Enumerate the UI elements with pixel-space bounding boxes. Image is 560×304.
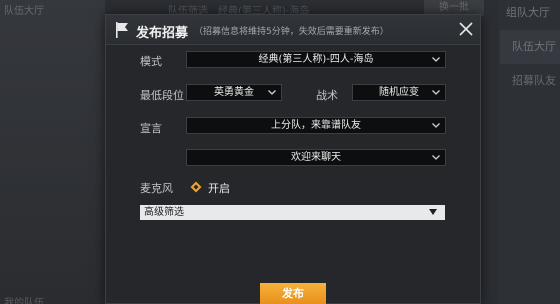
lobby-title: 队伍大厅 [4, 6, 44, 17]
slogan-value-1: 上分队，来靠谱队友 [271, 120, 361, 131]
mic-value: 开启 [208, 182, 230, 195]
chevron-down-icon [432, 57, 440, 62]
tactic-select[interactable]: 随机应变 [352, 84, 446, 101]
chevron-down-icon [432, 123, 440, 128]
min-rank-value: 英勇黄金 [214, 87, 254, 98]
team-hall-title: 组队大厅 [506, 6, 550, 19]
mode-value: 经典(第三人称)-四人-海岛 [258, 54, 374, 65]
flag-icon [116, 22, 128, 38]
tactic-label: 战术 [316, 89, 338, 102]
tab-team-hall[interactable]: 队伍大厅 [500, 30, 560, 64]
chevron-down-icon [268, 90, 276, 95]
advanced-filter-toggle[interactable]: 高级筛选 [140, 205, 445, 220]
my-team-title: 我的队伍 [4, 298, 44, 304]
slogan-select-2[interactable]: 欢迎来聊天 [186, 149, 446, 166]
dialog-title: 发布招募 [136, 26, 189, 41]
slogan-select-1[interactable]: 上分队，来靠谱队友 [186, 117, 446, 134]
slogan-value-2: 欢迎来聊天 [291, 152, 341, 163]
tactic-value: 随机应变 [379, 87, 419, 98]
close-icon[interactable] [458, 21, 474, 37]
mic-diamond-icon[interactable] [190, 181, 202, 193]
lobby-left-panel [0, 0, 105, 304]
publish-button[interactable]: 发布 [260, 283, 326, 304]
dialog-header: 发布招募 （招募信息将维持5分钟，失效后需要重新发布） [106, 15, 480, 45]
chevron-down-icon [432, 90, 440, 95]
slogan-label: 宣言 [140, 122, 162, 135]
min-rank-select[interactable]: 英勇黄金 [186, 84, 282, 101]
tab-recruit[interactable]: 招募队友 [512, 72, 556, 88]
triangle-down-icon [429, 209, 437, 215]
mode-select[interactable]: 经典(第三人称)-四人-海岛 [186, 51, 446, 68]
dialog-note: （招募信息将维持5分钟，失效后需要重新发布） [194, 27, 389, 37]
advanced-filter-label: 高级筛选 [144, 207, 184, 218]
chevron-down-icon [432, 155, 440, 160]
publish-recruit-dialog: 发布招募 （招募信息将维持5分钟，失效后需要重新发布） 模式 经典(第三人称)-… [105, 14, 481, 304]
mode-label: 模式 [140, 55, 162, 68]
mic-label: 麦克风 [140, 182, 173, 195]
min-rank-label: 最低段位 [140, 89, 184, 102]
